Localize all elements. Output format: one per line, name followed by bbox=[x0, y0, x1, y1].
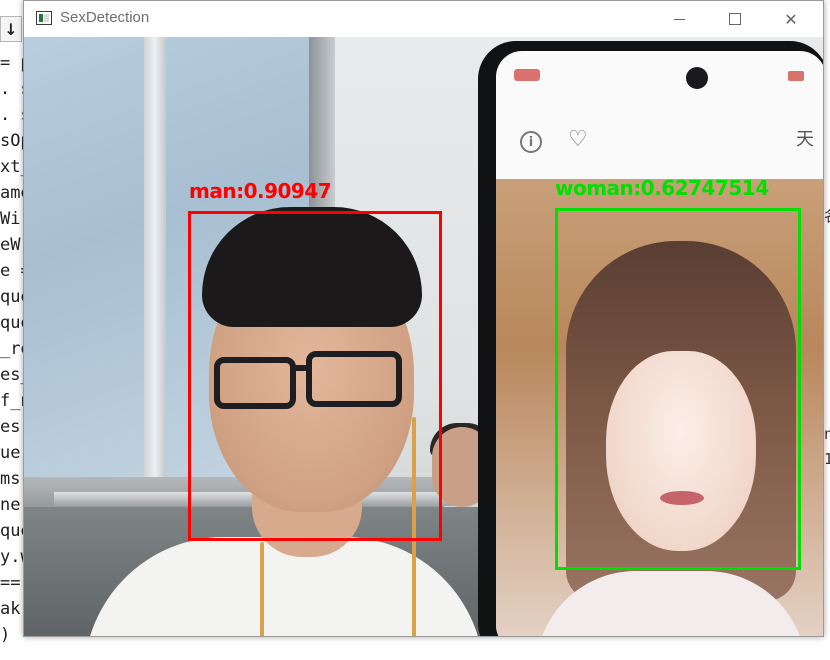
phone-header-text: 天 bbox=[796, 129, 814, 150]
heart-icon: ♡ bbox=[568, 127, 588, 152]
minimize-icon bbox=[673, 18, 685, 20]
title-bar[interactable]: SexDetection ✕ bbox=[24, 1, 823, 37]
background-code-line: ne bbox=[0, 495, 21, 515]
background-code-line: que bbox=[0, 521, 24, 541]
background-code-line: ) bbox=[0, 625, 11, 645]
background-code-fragment: 1 bbox=[824, 450, 830, 468]
down-arrow-icon[interactable]: ↓ bbox=[0, 16, 22, 42]
woman-detection-box bbox=[555, 208, 801, 570]
earphone-wire-left bbox=[260, 542, 264, 636]
background-code-line: ms bbox=[0, 469, 21, 489]
sex-detection-window: SexDetection ✕ i ♡ 天 man:0.90947 woman:0… bbox=[23, 0, 824, 637]
background-code-line: e = bbox=[0, 261, 24, 281]
close-icon: ✕ bbox=[784, 9, 798, 29]
background-code-line: f_n bbox=[0, 391, 24, 411]
status-indicator bbox=[514, 69, 540, 81]
background-code-line: y.w bbox=[0, 547, 24, 567]
woman-detection-label: woman:0.62747514 bbox=[555, 176, 769, 200]
maximize-icon bbox=[729, 13, 741, 25]
app-window-icon bbox=[36, 11, 52, 25]
background-code-line: == bbox=[0, 573, 21, 593]
battery-icon bbox=[788, 71, 804, 81]
background-code-line: = p bbox=[0, 53, 24, 73]
background-code-line: ak bbox=[0, 599, 21, 619]
window-frame bbox=[144, 37, 166, 507]
background-code-line: . s bbox=[0, 79, 24, 99]
background-code-line: es, bbox=[0, 417, 24, 437]
background-code-line: _re bbox=[0, 339, 24, 359]
man-detection-box bbox=[188, 211, 442, 541]
minimize-button[interactable] bbox=[656, 1, 702, 37]
man-detection-label: man:0.90947 bbox=[189, 179, 332, 203]
background-code-fragment: n bbox=[824, 425, 830, 443]
front-camera bbox=[686, 67, 708, 89]
background-code-line: xt_ bbox=[0, 157, 24, 177]
background-code-fragment: 名 bbox=[824, 205, 830, 226]
info-icon: i bbox=[520, 131, 542, 153]
close-button[interactable]: ✕ bbox=[768, 1, 814, 37]
background-editor: ↓ = p . s . s sOp xt_ame Wi eW e = que que _re es_f… bbox=[0, 0, 24, 660]
background-code-line: Wi bbox=[0, 209, 21, 229]
background-code-line: eW bbox=[0, 235, 21, 255]
background-code-line: sOp bbox=[0, 131, 24, 151]
background-code-line: . s bbox=[0, 105, 24, 125]
window-title: SexDetection bbox=[60, 9, 150, 26]
maximize-button[interactable] bbox=[712, 1, 758, 37]
background-code-line: ue bbox=[0, 443, 21, 463]
background-code-line: que bbox=[0, 313, 24, 333]
background-code-line: que bbox=[0, 287, 24, 307]
background-code-line: ame bbox=[0, 183, 24, 203]
background-code-line: es_ bbox=[0, 365, 24, 385]
camera-frame: i ♡ 天 man:0.90947 woman:0.62747514 bbox=[24, 37, 823, 636]
